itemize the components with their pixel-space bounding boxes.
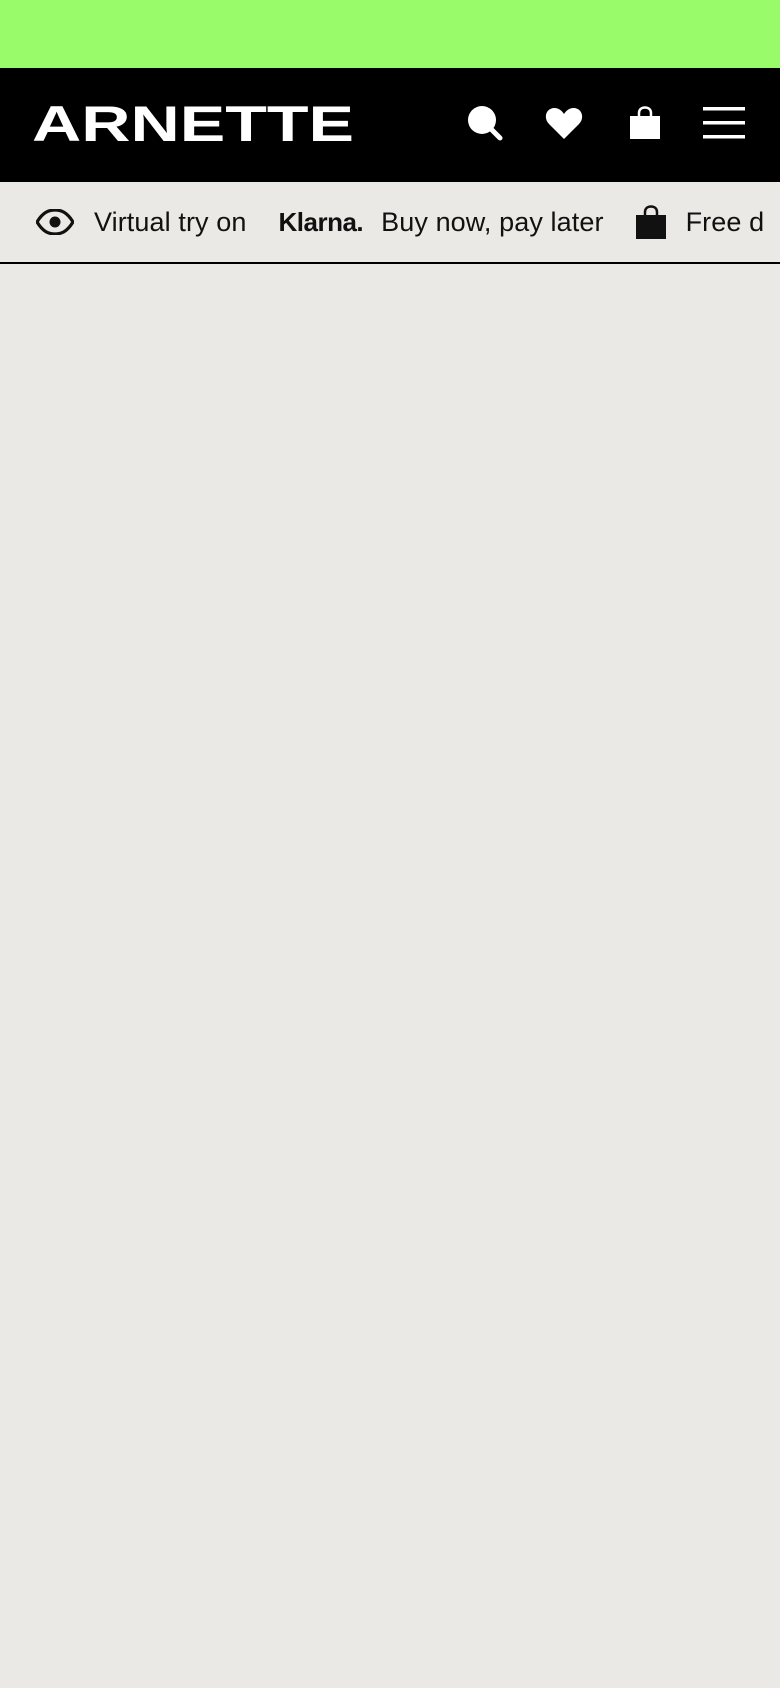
usp-item-klarna[interactable]: Klarna. Buy now, pay later [278,207,603,238]
hamburger-menu-icon [703,106,745,145]
usp-track: Virtual try on Klarna. Buy now, pay late… [36,182,780,262]
eye-icon [36,209,74,235]
brand-name: ARNETTE [32,100,354,146]
search-icon [467,105,503,146]
search-button[interactable] [455,68,515,182]
usp-item-free-delivery[interactable]: Free d [635,205,765,239]
usp-item-virtual-try-on[interactable]: Virtual try on [36,207,246,238]
klarna-logo: Klarna. [278,206,364,237]
wishlist-button[interactable] [534,68,594,182]
promo-banner [0,0,780,68]
site-header: ARNETTE [0,68,780,182]
menu-button[interactable] [694,68,754,182]
usp-label: Virtual try on [94,206,247,237]
shopping-bag-icon [629,105,661,145]
usp-label: Free d [685,206,765,237]
cart-button[interactable] [615,68,675,182]
shopping-bag-icon [635,205,666,239]
usp-carousel[interactable]: Virtual try on Klarna. Buy now, pay late… [0,182,780,264]
heart-icon [545,106,583,145]
main-content [0,264,780,1688]
usp-label: Buy now, pay later [381,206,604,237]
brand-logo[interactable]: ARNETTE [32,100,354,146]
